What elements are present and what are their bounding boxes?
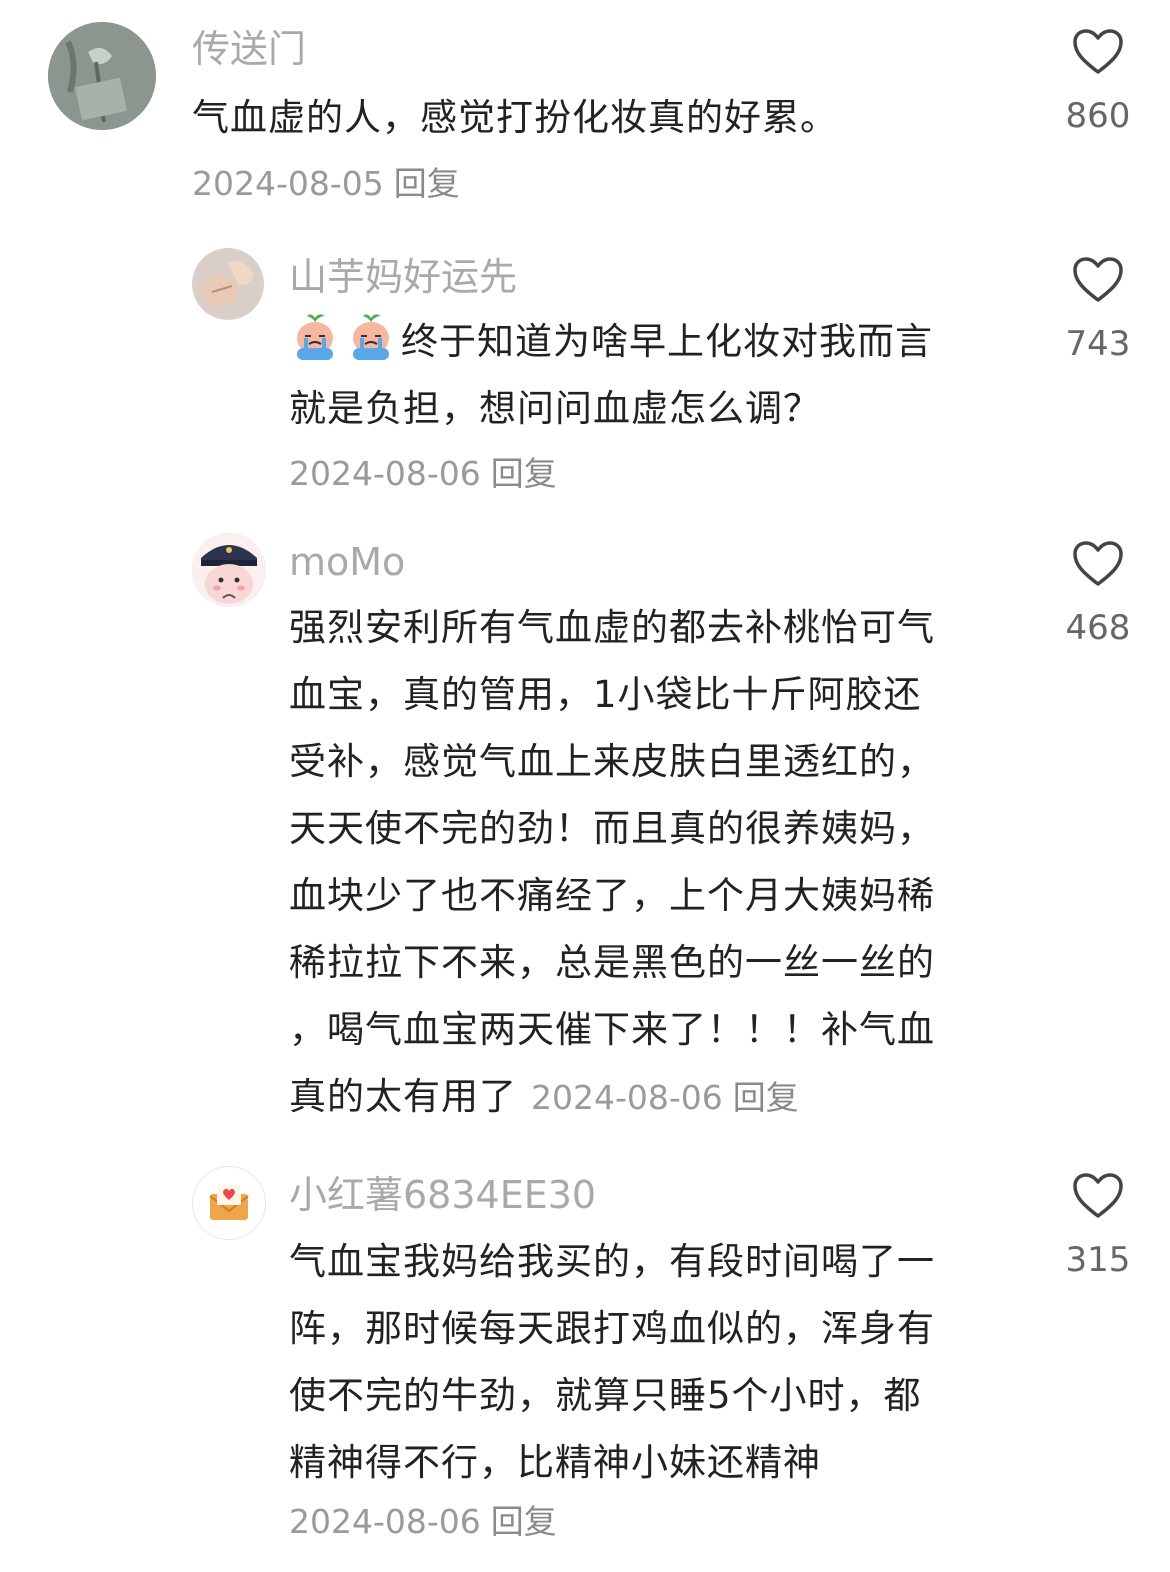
comment-date: 2024-08-06 [289, 1502, 481, 1541]
reply-button[interactable]: 回复 [394, 164, 460, 203]
like-count: 315 [1065, 1240, 1131, 1280]
comment-line: 阵，那时候每天跟打鸡血似的，浑身有 [289, 1307, 935, 1350]
comment-line: 受补，感觉气血上来皮肤白里透红的， [289, 740, 935, 783]
like-button[interactable]: 860 [1048, 28, 1148, 138]
comment-line: 气血虚的人，感觉打扮化妆真的好累。 [192, 96, 838, 139]
comment-line: 稀拉拉下不来，总是黑色的一丝一丝的 [289, 941, 935, 984]
like-button[interactable]: 315 [1048, 1172, 1148, 1282]
comment-line: 天天使不完的劲！而且真的很养姨妈， [289, 807, 935, 850]
avatar[interactable] [48, 22, 156, 130]
crying-peach-emoji-icon [297, 314, 333, 360]
comment-line-text: 终于知道为啥早上化妆对我而言 [401, 320, 933, 363]
comment-line: 真的太有用了 2024-08-06 回复 [289, 1063, 935, 1131]
crying-peach-emoji-icon [353, 314, 389, 360]
comment-text: 气血虚的人，感觉打扮化妆真的好累。 [192, 84, 838, 151]
comment-line: 终于知道为啥早上化妆对我而言 [289, 308, 933, 375]
comment-line: 气血宝我妈给我买的，有段时间喝了一 [289, 1240, 935, 1283]
hands-photo-avatar-icon [192, 248, 264, 320]
like-button[interactable]: 468 [1048, 540, 1148, 650]
comment-date: 2024-08-06 [531, 1078, 723, 1117]
comment-date: 2024-08-05 [192, 164, 384, 203]
comment-line: 强烈安利所有气血虚的都去补桃怡可气 [289, 606, 935, 649]
reply-button[interactable]: 回复 [491, 1502, 557, 1541]
avatar[interactable] [192, 1166, 266, 1240]
comment-meta: 2024-08-06 回复 [289, 452, 557, 496]
comment-text: 强烈安利所有气血虚的都去补桃怡可气 血宝，真的管用，1小袋比十斤阿胶还 受补，感… [289, 594, 935, 1131]
comment-meta: 2024-08-06 回复 [289, 1500, 557, 1544]
like-count: 860 [1065, 96, 1131, 136]
heart-icon [1073, 1173, 1123, 1218]
comment-date: 2024-08-06 [289, 454, 481, 493]
avatar[interactable] [192, 533, 266, 607]
heart-icon [1073, 257, 1123, 302]
avatar[interactable] [192, 248, 264, 320]
like-count: 743 [1065, 324, 1131, 364]
heart-icon [1073, 29, 1123, 74]
comment-line: 使不完的牛劲，就算只睡5个小时，都 [289, 1374, 922, 1417]
comment-line: 血宝，真的管用，1小袋比十斤阿胶还 [289, 673, 922, 716]
username[interactable]: 传送门 [192, 24, 306, 74]
heart-icon [1073, 541, 1123, 586]
comment-line: ，喝气血宝两天催下来了！！！补气血 [289, 1008, 935, 1051]
comment-line: 精神得不行，比精神小妹还精神 [289, 1441, 821, 1484]
comment-line-text: 真的太有用了 [289, 1075, 517, 1118]
comment-line: 血块少了也不痛经了，上个月大姨妈稀 [289, 874, 935, 917]
username[interactable]: 小红薯6834EE30 [289, 1170, 596, 1220]
reply-button[interactable]: 回复 [733, 1078, 799, 1117]
comment-meta: 2024-08-05 回复 [192, 162, 460, 206]
rose-photo-avatar-icon [48, 22, 156, 130]
reply-button[interactable]: 回复 [491, 454, 557, 493]
like-button[interactable]: 743 [1048, 256, 1148, 366]
username[interactable]: 山芋妈好运先 [289, 252, 517, 302]
comment-line: 就是负担，想问问血虚怎么调？ [289, 387, 821, 430]
cartoon-police-avatar-icon [193, 534, 265, 606]
comment-text: 气血宝我妈给我买的，有段时间喝了一 阵，那时候每天跟打鸡血似的，浑身有 使不完的… [289, 1228, 935, 1496]
like-count: 468 [1065, 608, 1131, 648]
comment-text: 终于知道为啥早上化妆对我而言 就是负担，想问问血虚怎么调？ [289, 308, 933, 442]
username[interactable]: moMo [289, 537, 405, 587]
envelope-heart-avatar-icon [193, 1167, 265, 1239]
